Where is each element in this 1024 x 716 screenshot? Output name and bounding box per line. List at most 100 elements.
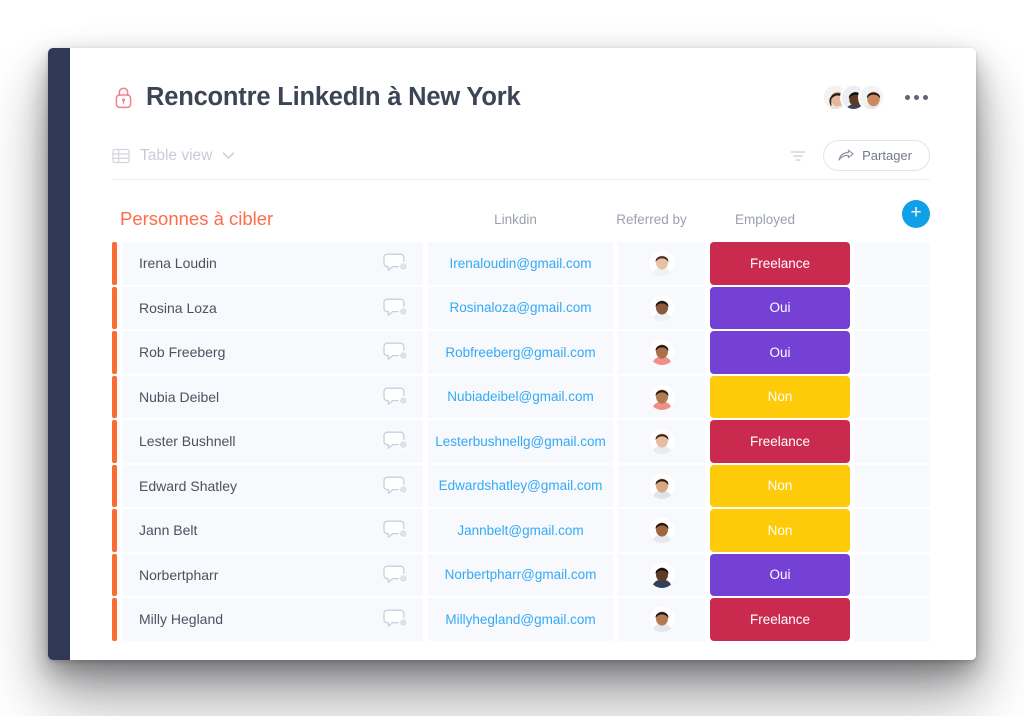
content-area: Rencontre LinkedIn à New York Table view…: [70, 48, 976, 660]
cell-referred-by[interactable]: [618, 242, 705, 285]
status-badge[interactable]: Oui: [710, 331, 850, 374]
table-row[interactable]: Rob Freeberg Robfreeberg@gmail.com Oui: [112, 331, 930, 374]
chat-bubble-icon[interactable]: [383, 519, 409, 541]
referrer-avatar[interactable]: [648, 517, 675, 544]
chat-bubble-icon[interactable]: [383, 341, 409, 363]
status-badge[interactable]: Freelance: [710, 598, 850, 641]
chat-bubble-icon[interactable]: [383, 297, 409, 319]
linkedin-email: Lesterbushnellg@gmail.com: [435, 433, 606, 449]
referrer-avatar[interactable]: [648, 606, 675, 633]
chat-bubble-icon[interactable]: [383, 475, 409, 497]
cell-referred-by[interactable]: [618, 286, 705, 329]
cell-referred-by[interactable]: [618, 420, 705, 463]
cell-referred-by[interactable]: [618, 331, 705, 374]
table-row[interactable]: Edward Shatley Edwardshatley@gmail.com Non: [112, 464, 930, 507]
collaborator-avatar-stack[interactable]: [822, 83, 885, 111]
cell-name[interactable]: Jann Belt: [123, 509, 423, 552]
header-right-group: [822, 83, 930, 111]
table-icon: [112, 147, 130, 165]
cell-employed[interactable]: Freelance: [710, 242, 850, 285]
row-accent-bar: [112, 464, 117, 507]
cell-employed[interactable]: Non: [710, 464, 850, 507]
view-bar: Table view Partager: [112, 132, 930, 180]
cell-linkedin[interactable]: Nubiadeibel@gmail.com: [428, 375, 613, 418]
cell-referred-by[interactable]: [618, 553, 705, 596]
table-row[interactable]: Irena Loudin Irenaloudin@gmail.com Freelan…: [112, 242, 930, 285]
chat-bubble-icon[interactable]: [383, 386, 409, 408]
cell-employed[interactable]: Non: [710, 509, 850, 552]
cell-linkedin[interactable]: Irenaloudin@gmail.com: [428, 242, 613, 285]
cell-name[interactable]: Milly Hegland: [123, 598, 423, 641]
column-header-linkedin[interactable]: Linkdin: [423, 212, 608, 227]
share-button[interactable]: Partager: [823, 140, 930, 171]
chevron-down-icon[interactable]: [222, 151, 235, 160]
more-dot-1: [905, 94, 910, 100]
person-name: Milly Hegland: [139, 611, 224, 628]
cell-linkedin[interactable]: Edwardshatley@gmail.com: [428, 464, 613, 507]
status-badge[interactable]: Non: [710, 509, 850, 552]
cell-name[interactable]: Edward Shatley: [123, 464, 423, 507]
cell-spacer: [855, 331, 930, 374]
cell-employed[interactable]: Freelance: [710, 420, 850, 463]
cell-linkedin[interactable]: Rosinaloza@gmail.com: [428, 286, 613, 329]
cell-employed[interactable]: Non: [710, 375, 850, 418]
table-row[interactable]: Rosina Loza Rosinaloza@gmail.com Oui: [112, 286, 930, 329]
linkedin-email: Millyhegland@gmail.com: [445, 611, 596, 627]
cell-spacer: [855, 598, 930, 641]
cell-name[interactable]: Rosina Loza: [123, 286, 423, 329]
cell-linkedin[interactable]: Robfreeberg@gmail.com: [428, 331, 613, 374]
referrer-avatar[interactable]: [648, 294, 675, 321]
cell-employed[interactable]: Oui: [710, 553, 850, 596]
cell-name[interactable]: Irena Loudin: [123, 242, 423, 285]
table-row[interactable]: Lester Bushnell Lesterbushnellg@gmail.com…: [112, 420, 930, 463]
cell-linkedin[interactable]: Lesterbushnellg@gmail.com: [428, 420, 613, 463]
referrer-avatar[interactable]: [648, 428, 675, 455]
cell-employed[interactable]: Oui: [710, 331, 850, 374]
status-badge[interactable]: Freelance: [710, 242, 850, 285]
linkedin-email: Rosinaloza@gmail.com: [449, 300, 592, 316]
status-badge[interactable]: Non: [710, 375, 850, 418]
filter-icon[interactable]: [790, 149, 806, 163]
table-row[interactable]: Nubia Deibel Nubiadeibel@gmail.com Non: [112, 375, 930, 418]
cell-employed[interactable]: Oui: [710, 286, 850, 329]
cell-linkedin[interactable]: Jannbelt@gmail.com: [428, 509, 613, 552]
chat-bubble-icon[interactable]: [383, 564, 409, 586]
cell-linkedin[interactable]: Millyhegland@gmail.com: [428, 598, 613, 641]
referrer-avatar[interactable]: [648, 339, 675, 366]
column-header-employed[interactable]: Employed: [695, 212, 835, 227]
cell-spacer: [855, 375, 930, 418]
cell-referred-by[interactable]: [618, 375, 705, 418]
more-options-button[interactable]: [903, 89, 930, 106]
row-accent-bar: [112, 286, 117, 329]
cell-referred-by[interactable]: [618, 464, 705, 507]
sidebar-rail[interactable]: [48, 48, 70, 660]
cell-name[interactable]: Nubia Deibel: [123, 375, 423, 418]
collaborator-avatar-3[interactable]: [858, 83, 885, 111]
column-header-referred-by[interactable]: Referred by: [608, 212, 695, 227]
referrer-avatar[interactable]: [648, 250, 675, 277]
cell-referred-by[interactable]: [618, 598, 705, 641]
view-selector[interactable]: Table view: [112, 147, 235, 165]
cell-name[interactable]: Lester Bushnell: [123, 420, 423, 463]
add-column-button[interactable]: +: [902, 200, 930, 228]
cell-employed[interactable]: Freelance: [710, 598, 850, 641]
linkedin-email: Jannbelt@gmail.com: [457, 522, 584, 538]
referrer-avatar[interactable]: [648, 561, 675, 588]
cell-linkedin[interactable]: Norbertpharr@gmail.com: [428, 553, 613, 596]
row-accent-bar: [112, 375, 117, 418]
table-row[interactable]: Jann Belt Jannbelt@gmail.com Non: [112, 509, 930, 552]
cell-name[interactable]: Norbertpharr: [123, 553, 423, 596]
cell-referred-by[interactable]: [618, 509, 705, 552]
referrer-avatar[interactable]: [648, 383, 675, 410]
table-row[interactable]: Milly Hegland Millyhegland@gmail.com Freel…: [112, 598, 930, 641]
chat-bubble-icon[interactable]: [383, 608, 409, 630]
chat-bubble-icon[interactable]: [383, 252, 409, 274]
chat-bubble-icon[interactable]: [383, 430, 409, 452]
status-badge[interactable]: Oui: [710, 553, 850, 596]
cell-name[interactable]: Rob Freeberg: [123, 331, 423, 374]
referrer-avatar[interactable]: [648, 472, 675, 499]
status-badge[interactable]: Non: [710, 464, 850, 507]
status-badge[interactable]: Freelance: [710, 420, 850, 463]
table-row[interactable]: Norbertpharr Norbertpharr@gmail.com Oui: [112, 553, 930, 596]
status-badge[interactable]: Oui: [710, 286, 850, 329]
